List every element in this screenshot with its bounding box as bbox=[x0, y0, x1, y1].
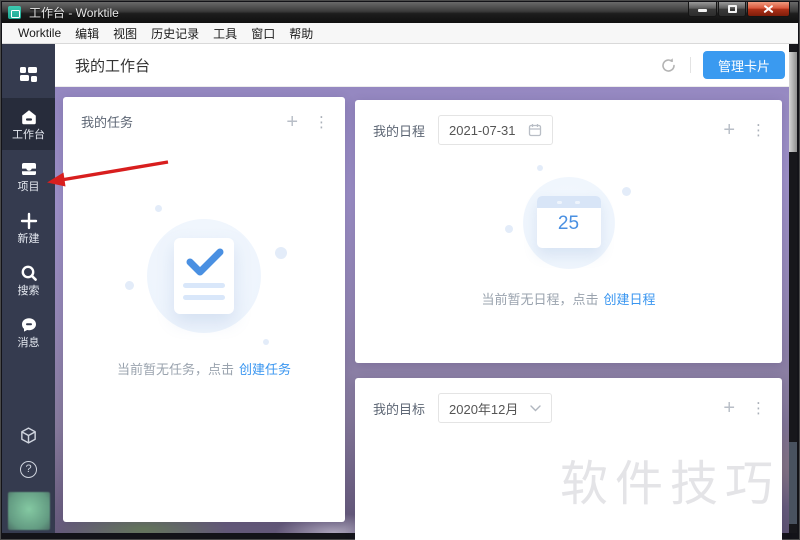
apps-cube-icon[interactable] bbox=[18, 424, 40, 446]
tasks-empty-illustration bbox=[125, 205, 287, 345]
card-my-schedule: 我的日程 2021-07-31 + ⋮ 25 当前暂无日程，点击 创建日程 bbox=[355, 100, 782, 363]
sidebar-item-messages[interactable]: 消息 bbox=[2, 306, 55, 358]
minimize-icon bbox=[698, 9, 707, 12]
worktile-logo-icon[interactable] bbox=[2, 52, 55, 98]
menu-worktile[interactable]: Worktile bbox=[11, 24, 68, 42]
schedule-empty-illustration: 25 bbox=[504, 165, 631, 269]
create-task-link[interactable]: 创建任务 bbox=[239, 362, 291, 377]
card-tasks-title: 我的任务 bbox=[81, 115, 134, 130]
sidebar-bottom: ? bbox=[7, 424, 50, 533]
goals-period-select[interactable]: 2020年12月 bbox=[438, 393, 553, 423]
tasks-empty-state: 当前暂无任务，点击 创建任务 bbox=[63, 205, 345, 379]
sidebar: 工作台 项目 新建 搜索 消息 ? bbox=[2, 44, 55, 533]
window-title: 工作台 - Worktile bbox=[29, 6, 119, 20]
maximize-button[interactable] bbox=[718, 2, 746, 17]
chat-bubble-icon bbox=[19, 315, 39, 335]
tasks-more-icon[interactable]: ⋮ bbox=[314, 113, 329, 131]
header-actions: 管理卡片 bbox=[658, 51, 785, 79]
menu-history[interactable]: 历史记录 bbox=[144, 23, 206, 44]
chevron-down-icon bbox=[530, 404, 542, 411]
sidebar-item-workbench[interactable]: 工作台 bbox=[2, 98, 55, 150]
card-schedule-header: 我的日程 2021-07-31 + ⋮ bbox=[355, 100, 782, 145]
sidebar-item-search[interactable]: 搜索 bbox=[2, 254, 55, 306]
menu-help[interactable]: 帮助 bbox=[282, 23, 320, 44]
menu-window[interactable]: 窗口 bbox=[244, 23, 282, 44]
close-icon bbox=[763, 5, 774, 14]
schedule-empty-text-row: 当前暂无日程，点击 创建日程 bbox=[481, 289, 655, 309]
card-my-goals: 我的目标 2020年12月 + ⋮ bbox=[355, 378, 782, 540]
help-glyph: ? bbox=[25, 463, 32, 475]
window-controls bbox=[687, 2, 790, 17]
add-goal-icon[interactable]: + bbox=[723, 398, 735, 418]
sidebar-item-label: 搜索 bbox=[17, 285, 40, 297]
manage-cards-button[interactable]: 管理卡片 bbox=[702, 51, 785, 79]
user-avatar[interactable] bbox=[7, 492, 50, 530]
sidebar-item-new[interactable]: 新建 bbox=[2, 202, 55, 254]
card-schedule-title: 我的日程 bbox=[373, 123, 426, 139]
schedule-empty-state: 25 当前暂无日程，点击 创建日程 bbox=[355, 165, 782, 309]
minimize-button[interactable] bbox=[688, 2, 717, 17]
sidebar-item-projects[interactable]: 项目 bbox=[2, 150, 55, 202]
card-goals-header: 我的目标 2020年12月 + ⋮ bbox=[355, 378, 782, 423]
sidebar-item-label: 项目 bbox=[17, 181, 40, 193]
goals-more-icon[interactable]: ⋮ bbox=[751, 399, 766, 417]
help-icon[interactable]: ? bbox=[18, 458, 40, 480]
titlebar: 工作台 - Worktile bbox=[2, 2, 798, 23]
add-schedule-icon[interactable]: + bbox=[723, 120, 735, 140]
close-button[interactable] bbox=[747, 2, 790, 17]
app-window: 工作台 - Worktile Worktile 编辑 视图 历史记录 工具 窗口… bbox=[0, 0, 800, 540]
home-icon bbox=[19, 107, 39, 127]
vertical-scrollbar[interactable] bbox=[789, 44, 797, 533]
page-header: 我的工作台 管理卡片 bbox=[55, 44, 789, 87]
maximize-icon bbox=[727, 5, 737, 13]
page-title: 我的工作台 bbox=[75, 57, 151, 75]
refresh-icon[interactable] bbox=[658, 54, 680, 76]
menu-edit[interactable]: 编辑 bbox=[68, 23, 106, 44]
card-my-tasks: 我的任务 + ⋮ 当前暂无任务，点击 创建任务 bbox=[63, 97, 345, 522]
header-divider bbox=[689, 57, 691, 73]
schedule-date-value: 2021-07-31 bbox=[449, 122, 516, 138]
sidebar-item-label: 新建 bbox=[17, 233, 40, 245]
search-icon bbox=[19, 263, 39, 283]
calendar-icon bbox=[528, 124, 541, 137]
tasks-empty-text-row: 当前暂无任务，点击 创建任务 bbox=[117, 359, 291, 379]
card-goals-title: 我的目标 bbox=[373, 401, 426, 417]
sidebar-item-label: 工作台 bbox=[12, 129, 45, 141]
menu-tools[interactable]: 工具 bbox=[206, 23, 244, 44]
schedule-empty-text: 当前暂无日程，点击 bbox=[481, 292, 599, 307]
worktile-app-icon bbox=[8, 6, 21, 19]
inbox-icon bbox=[19, 159, 39, 179]
scrollbar-thumb[interactable] bbox=[789, 52, 797, 152]
logo-grid-icon bbox=[20, 67, 37, 83]
plus-icon bbox=[19, 211, 39, 231]
menubar: Worktile 编辑 视图 历史记录 工具 窗口 帮助 bbox=[2, 23, 798, 44]
schedule-date-picker[interactable]: 2021-07-31 bbox=[438, 115, 553, 145]
sidebar-item-label: 消息 bbox=[17, 337, 40, 349]
card-tasks-header: 我的任务 + ⋮ bbox=[63, 97, 345, 132]
menu-view[interactable]: 视图 bbox=[106, 23, 144, 44]
workbench-content: 我的任务 + ⋮ 当前暂无任务，点击 创建任务 我的日程 2021-07-31 … bbox=[55, 87, 789, 540]
add-task-icon[interactable]: + bbox=[286, 112, 298, 132]
scrollbar-lower-shade bbox=[789, 442, 797, 524]
create-schedule-link[interactable]: 创建日程 bbox=[604, 292, 656, 307]
schedule-more-icon[interactable]: ⋮ bbox=[751, 121, 766, 139]
tasks-empty-text: 当前暂无任务，点击 bbox=[116, 362, 234, 377]
calendar-day-number: 25 bbox=[557, 213, 580, 234]
goals-period-value: 2020年12月 bbox=[449, 401, 519, 417]
